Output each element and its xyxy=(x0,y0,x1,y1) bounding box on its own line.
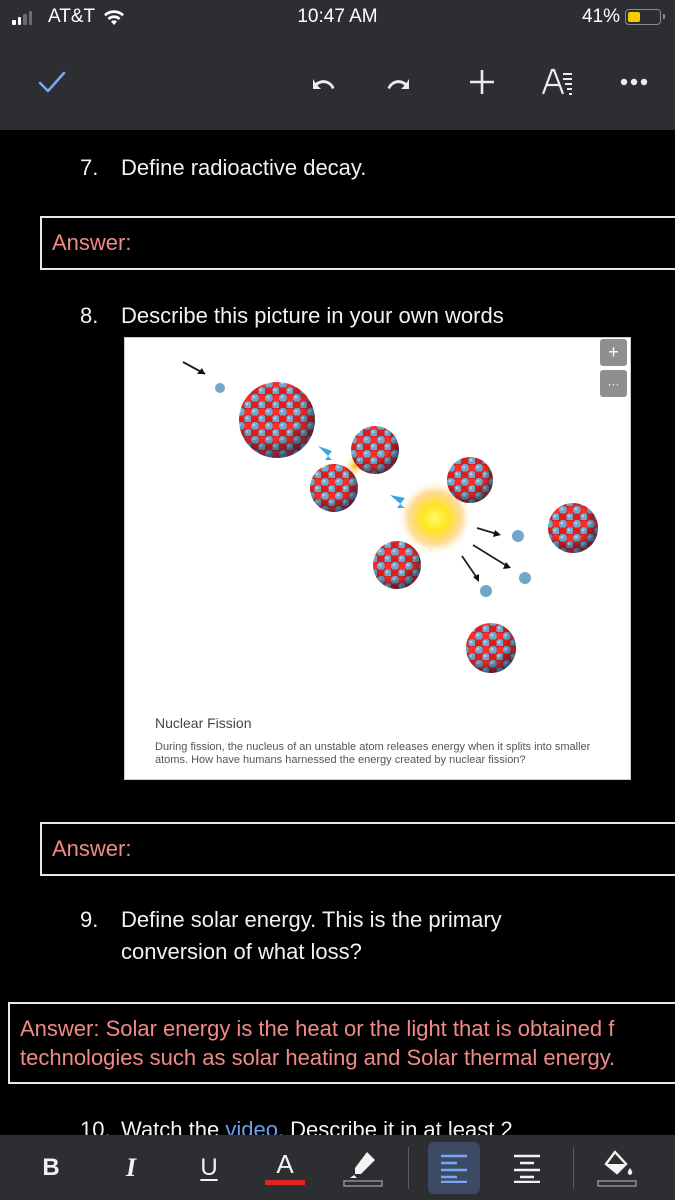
question-text-cont: . Describe it in at least 2 xyxy=(277,1117,513,1135)
fill-color-button[interactable] xyxy=(594,1145,640,1191)
question-text: Describe this picture in your own words xyxy=(121,303,504,328)
figure-title: Nuclear Fission xyxy=(155,715,252,731)
question-7: 7. Define radioactive decay. xyxy=(80,152,366,184)
answer-box-9[interactable]: Answer: Solar energy is the heat or the … xyxy=(8,1002,675,1084)
question-text: Watch the xyxy=(121,1117,226,1135)
question-text-line2: conversion of what loss? xyxy=(121,939,362,964)
video-link[interactable]: video xyxy=(225,1117,278,1135)
question-number: 10. xyxy=(80,1117,111,1135)
text-color-swatch xyxy=(265,1180,305,1185)
more-icon xyxy=(620,78,648,86)
text-format-icon xyxy=(541,68,572,95)
undo-icon xyxy=(313,79,335,89)
highlight-icon xyxy=(343,1152,383,1187)
align-left-button[interactable] xyxy=(428,1142,480,1194)
text-color-icon: A xyxy=(276,1149,294,1179)
nuclear-fission-image[interactable]: + ··· Nuclear Fission During fission, th… xyxy=(124,337,631,780)
align-center-button[interactable] xyxy=(504,1145,550,1191)
insert-plus-icon xyxy=(470,70,494,94)
answer-box-8[interactable]: Answer: xyxy=(40,822,675,876)
text-color-button[interactable]: A xyxy=(262,1145,308,1191)
checkmark-icon xyxy=(38,71,66,93)
redo-button[interactable] xyxy=(378,60,422,104)
redo-icon xyxy=(387,79,409,89)
question-number: 7. xyxy=(80,155,99,180)
question-8: 8. Describe this picture in your own word… xyxy=(80,300,504,332)
answer-text-line1: Answer: Solar energy is the heat or the … xyxy=(20,1016,615,1041)
answer-text: Answer: xyxy=(52,230,132,255)
bold-button[interactable]: B xyxy=(28,1145,74,1191)
battery-icon xyxy=(625,9,665,25)
format-button[interactable] xyxy=(536,60,580,104)
document-body[interactable]: 7. Define radioactive decay. Answer: 8. De… xyxy=(0,130,675,1135)
underline-button[interactable]: U xyxy=(186,1145,232,1191)
align-left-icon xyxy=(441,1154,467,1183)
underline-icon: U xyxy=(200,1154,218,1181)
more-options-button[interactable] xyxy=(612,60,656,104)
fill-color-icon xyxy=(597,1150,637,1187)
question-9: 9. Define solar energy. This is the prima… xyxy=(80,904,502,968)
question-text: Define radioactive decay. xyxy=(121,155,367,180)
question-text-line1: Define solar energy. This is the primary xyxy=(121,907,502,932)
top-bar: AT&T 10:47 AM 41% xyxy=(0,0,675,130)
insert-button[interactable] xyxy=(460,60,504,104)
status-bar: AT&T 10:47 AM 41% xyxy=(0,0,675,36)
toolbar-divider xyxy=(408,1147,409,1189)
highlight-button[interactable] xyxy=(340,1145,386,1191)
align-center-icon xyxy=(514,1154,540,1183)
bold-icon: B xyxy=(42,1154,60,1181)
clock: 10:47 AM xyxy=(297,6,378,27)
toolbar-divider xyxy=(573,1147,574,1189)
undo-button[interactable] xyxy=(300,60,344,104)
italic-icon: I xyxy=(125,1153,137,1182)
question-number: 8. xyxy=(80,303,99,328)
plus-icon: + xyxy=(608,342,619,362)
fission-illustration xyxy=(182,361,598,673)
answer-text-line2: technologies such as solar heating and S… xyxy=(20,1045,616,1070)
answer-box-7[interactable]: Answer: xyxy=(40,216,675,270)
battery-percent: 41% xyxy=(581,6,620,27)
battery-fill xyxy=(628,12,640,22)
image-more-button[interactable]: ··· xyxy=(600,370,627,397)
image-add-button[interactable]: + xyxy=(600,339,627,366)
italic-button[interactable]: I xyxy=(108,1145,154,1191)
answer-text: Answer: xyxy=(52,836,132,861)
done-button[interactable] xyxy=(30,60,74,104)
question-10: 10. Watch the video. Describe it in at le… xyxy=(80,1114,513,1135)
question-number: 9. xyxy=(80,907,99,932)
more-icon: ··· xyxy=(607,376,620,391)
figure-caption: During fission, the nucleus of an unstab… xyxy=(155,741,591,766)
formatting-toolbar: B I U A xyxy=(0,1135,675,1200)
